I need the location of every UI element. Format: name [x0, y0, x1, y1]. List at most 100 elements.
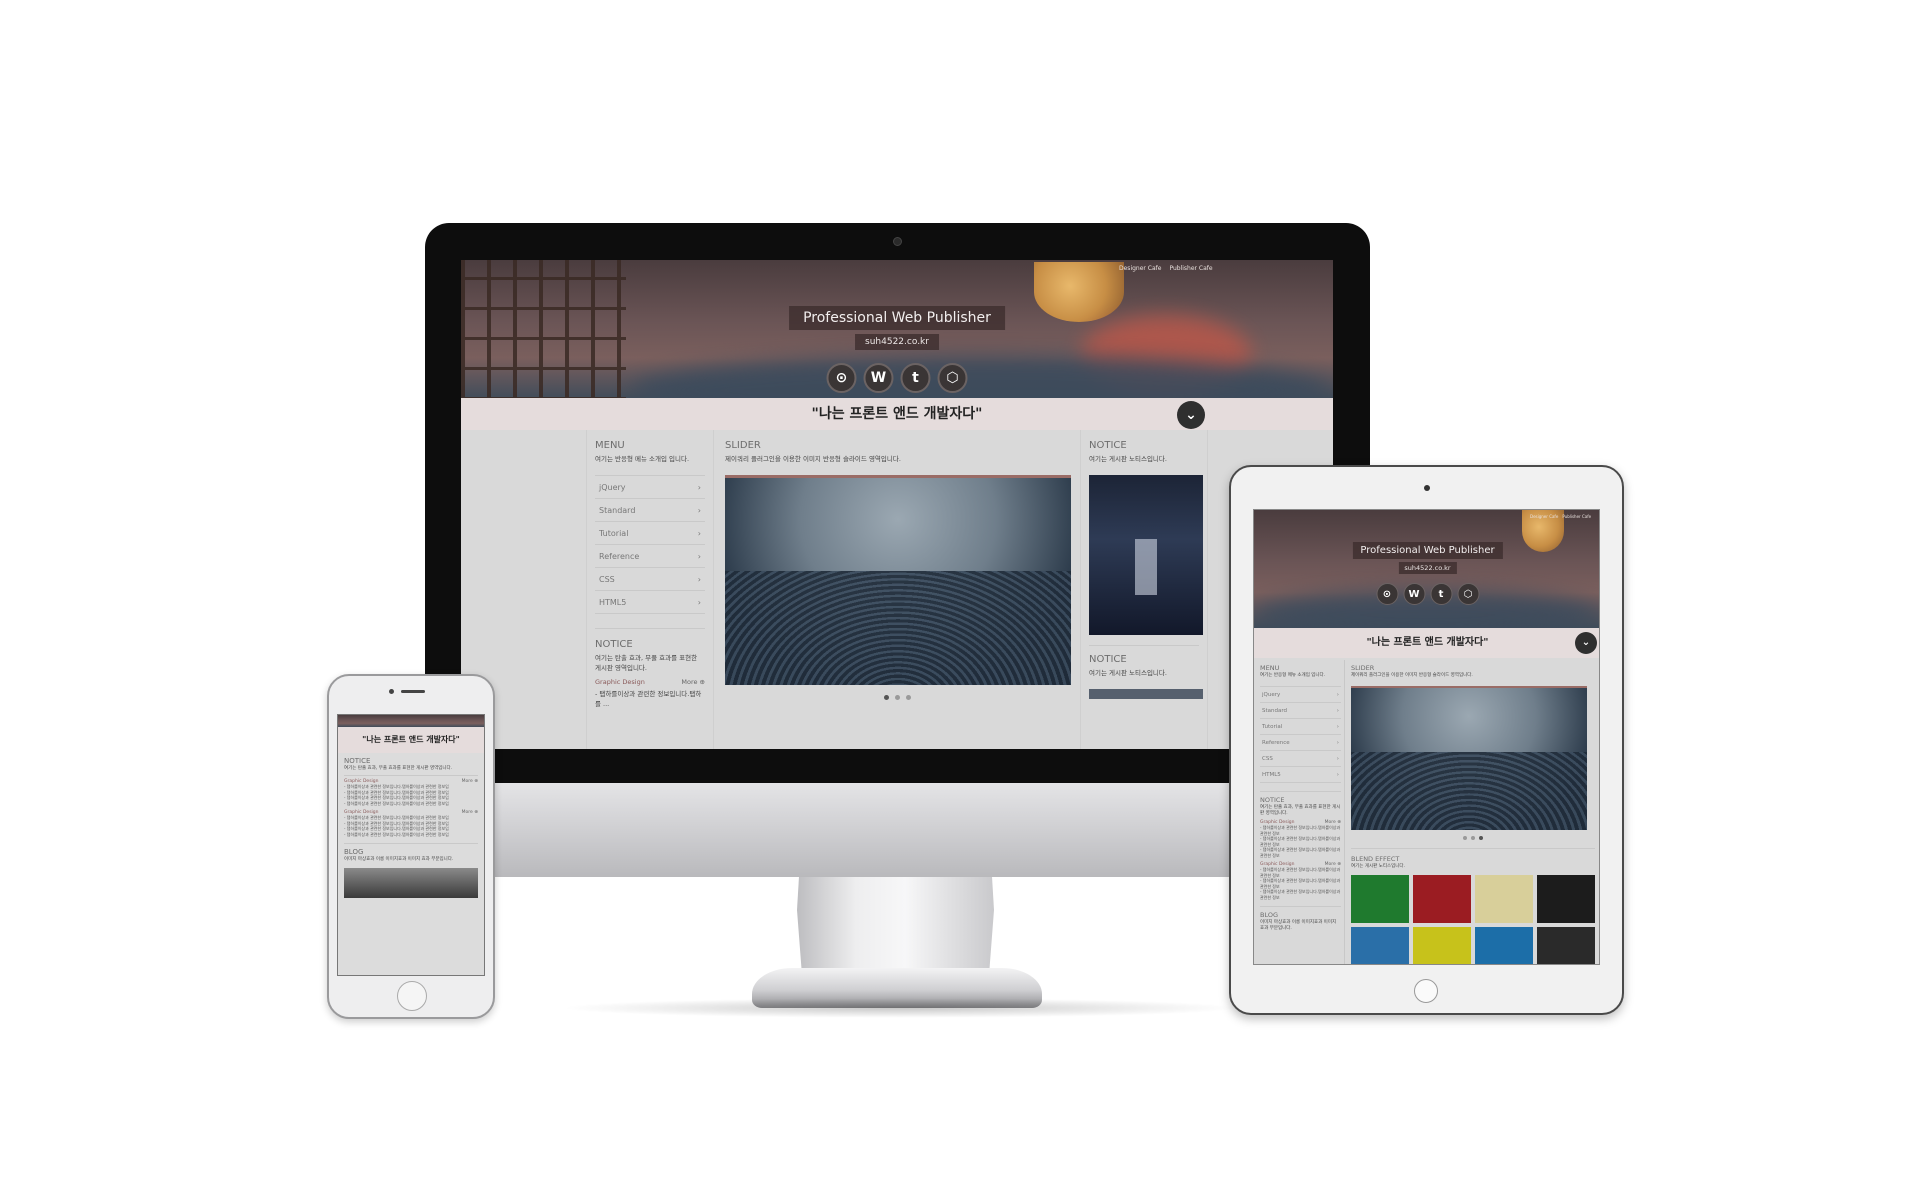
designer-cafe-link[interactable]: Designer Cafe [1530, 514, 1558, 519]
chevron-right-icon: › [1336, 708, 1339, 714]
more-link[interactable]: More ⊕ [462, 779, 478, 784]
blog-category-row[interactable]: Graphic Design More ⊕ [595, 678, 705, 686]
chevron-down-icon[interactable]: ⌄ [1575, 632, 1597, 654]
wordpress-icon[interactable]: W [1403, 583, 1425, 605]
site-domain[interactable]: suh4522.co.kr [855, 334, 939, 350]
notice-desc: 여기는 탄출 효과, 무풀 효과를 표현한 게시판 영역입니다. [1260, 805, 1341, 816]
slider-desc: 제이쿼리 플러그인을 이용한 이미지 반응형 슬라이드 영역입니다. [725, 455, 901, 463]
speaker-icon [401, 690, 425, 693]
menu-item-tutorial[interactable]: Tutorial › [1260, 719, 1341, 735]
camera-icon [893, 237, 902, 246]
menu-item-tutorial[interactable]: Tutorial › [595, 522, 705, 545]
blend-thumb[interactable] [1413, 927, 1471, 964]
menu-item-standard[interactable]: Standard › [1260, 703, 1341, 719]
tumblr-icon[interactable]: t [900, 363, 931, 393]
blend-thumb[interactable] [1351, 875, 1409, 923]
quote-text: "나는 프론트 앤드 개발자다" [1366, 637, 1489, 648]
menu-item-css[interactable]: CSS › [595, 568, 705, 591]
notice-desc: 여기는 게시판 노티스입니다. [1089, 455, 1167, 463]
moon-image [1034, 262, 1124, 322]
blend-effect-desc: 여기는 게시판 노티스입니다. [1351, 864, 1405, 869]
tablet-device: Designer Cafe Publisher Cafe Professiona… [1229, 465, 1624, 1015]
designer-cafe-link[interactable]: Designer Cafe [1119, 265, 1161, 272]
blend-effect-grid [1351, 875, 1595, 964]
site-domain[interactable]: suh4522.co.kr [1398, 562, 1457, 574]
phone-screen: "나는 프론트 앤드 개발자다" NOTICE 여기는 탄출 효과, 무풀 효과… [337, 714, 485, 976]
slider-dot[interactable] [1479, 836, 1483, 840]
tablet-content: MENU 여기는 반응형 메뉴 소개입 입니다. jQuery › Standar… [1254, 660, 1599, 964]
github-icon[interactable]: ⊙ [1376, 583, 1398, 605]
menu-item-reference[interactable]: Reference › [1260, 735, 1341, 751]
chevron-right-icon: › [697, 506, 701, 515]
quote-text: "나는 프론트 앤드 개발자다" [362, 735, 460, 744]
blend-thumb[interactable] [1537, 927, 1595, 964]
phone-device: "나는 프론트 앤드 개발자다" NOTICE 여기는 탄출 효과, 무풀 효과… [327, 674, 495, 1019]
notice-label: NOTICE [595, 639, 633, 650]
menu-item-css[interactable]: CSS › [1260, 751, 1341, 767]
blog-label: BLOG [344, 848, 364, 856]
tablet-screen: Designer Cafe Publisher Cafe Professiona… [1253, 509, 1600, 965]
slider-dots [1351, 836, 1595, 840]
slider-image[interactable] [1351, 686, 1587, 830]
camera-icon [389, 689, 394, 694]
post-list: - 탭하를이상과 관련한 정보입니다.탭하를이상과 관련한 정보 - 탭하를이상… [1260, 825, 1341, 858]
notice-thumb[interactable] [1089, 689, 1203, 699]
quote-bar: "나는 프론트 앤드 개발자다" ⌄ [461, 398, 1333, 431]
codepen-icon[interactable]: ⬡ [937, 363, 968, 393]
slider-section: SLIDER 제이쿼리 플러그인을 이용한 이미지 반응형 슬라이드 영역입니다… [1348, 660, 1598, 964]
blend-thumb[interactable] [1475, 927, 1533, 964]
slider-image[interactable] [725, 475, 1071, 685]
top-links: Designer Cafe Publisher Cafe [1530, 514, 1591, 519]
quote-text: "나는 프론트 앤드 개발자다" [811, 406, 983, 422]
menu-item-html5[interactable]: HTML5 › [595, 591, 705, 614]
slider-dot[interactable] [905, 695, 911, 700]
chevron-right-icon: › [1336, 756, 1339, 762]
menu-item-standard[interactable]: Standard › [595, 499, 705, 522]
wordpress-icon[interactable]: W [863, 363, 894, 393]
notice-section: NOTICE 여기는 게시판 노티스입니다. NOTICE 여기는 게시판 노티… [1080, 430, 1208, 749]
site-title: Professional Web Publisher [789, 306, 1005, 330]
publisher-cafe-link[interactable]: Publisher Cafe [1169, 265, 1212, 272]
slider-dot[interactable] [894, 695, 900, 700]
tower-image [461, 260, 626, 400]
blog-image[interactable] [344, 868, 478, 898]
chevron-right-icon: › [1336, 740, 1339, 746]
menu-item-jquery[interactable]: jQuery › [595, 476, 705, 499]
menu-item-jquery[interactable]: jQuery › [1260, 687, 1341, 703]
slider-label: SLIDER [725, 440, 761, 451]
codepen-icon[interactable]: ⬡ [1457, 583, 1479, 605]
blog-label: BLOG [1260, 911, 1279, 919]
slider-label: SLIDER [1351, 664, 1375, 672]
home-button [1414, 979, 1438, 1003]
notice-label: NOTICE [1260, 796, 1285, 804]
blog-desc: 이미지 마상효과 이롱 이미지효과 이미지 효과 부분입니다. [344, 857, 454, 862]
notice-image[interactable] [1089, 475, 1203, 635]
home-button [397, 981, 427, 1011]
menu-desc: 여기는 반응형 메뉴 소개입 입니다. [1260, 673, 1326, 678]
menu-item-html5[interactable]: HTML5 › [1260, 767, 1341, 783]
slider-dot[interactable] [1463, 836, 1467, 840]
more-link[interactable]: More ⊕ [681, 678, 705, 686]
blend-thumb[interactable] [1475, 875, 1533, 923]
post-list: - 탭하를이상과 관련한 정보입니다.탭하를이상과 관련한 정보입 - 탭하를이… [344, 815, 449, 837]
tumblr-icon[interactable]: t [1430, 583, 1452, 605]
post-list: - 탭하를이상과 관련한 정보입니다.탭하를이상과 관련한 정보입 - 탭하를이… [344, 784, 449, 806]
quote-bar: "나는 프론트 앤드 개발자다" ⌄ [1254, 628, 1599, 658]
notice-desc: 여기는 게시판 노티스입니다. [1089, 669, 1167, 677]
blend-thumb[interactable] [1413, 875, 1471, 923]
site-header: Designer Cafe Publisher Cafe Professiona… [1254, 510, 1599, 628]
publisher-cafe-link[interactable]: Publisher Cafe [1562, 514, 1591, 519]
slider-dot[interactable] [883, 695, 889, 700]
menu-item-reference[interactable]: Reference › [595, 545, 705, 568]
github-icon[interactable]: ⊙ [826, 363, 857, 393]
chevron-down-icon[interactable]: ⌄ [1177, 401, 1205, 429]
blend-thumb[interactable] [1537, 875, 1595, 923]
menu-label: MENU [1260, 664, 1280, 672]
site-header: Designer Cafe Publisher Cafe Professiona… [461, 260, 1333, 400]
notice-desc: 여기는 탄출 효과, 무풀 효과를 표현한 게시판 영역입니다. [595, 654, 698, 672]
notice-desc: 여기는 탄출 효과, 무풀 효과를 표현한 게시판 영역입니다. [344, 766, 453, 771]
blend-thumb[interactable] [1351, 927, 1409, 964]
slider-dot[interactable] [1471, 836, 1475, 840]
chevron-right-icon: › [697, 598, 701, 607]
more-link[interactable]: More ⊕ [462, 810, 478, 815]
